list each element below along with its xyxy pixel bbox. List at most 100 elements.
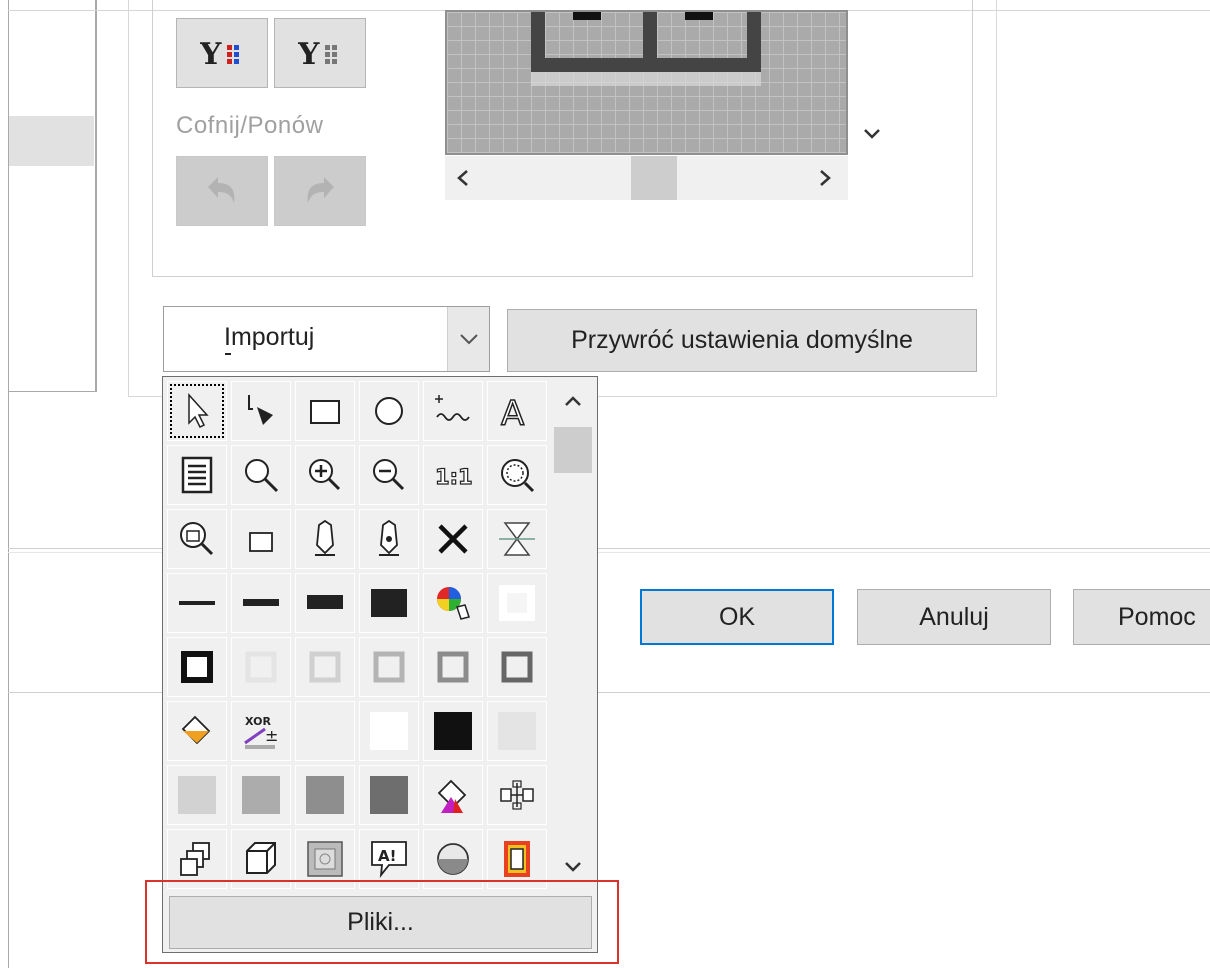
line-thin-icon xyxy=(175,581,219,625)
palette-tool-zoom-in[interactable] xyxy=(295,445,355,505)
tool-palette-dropdown[interactable]: A 1:1 XOR ± A! Pliki... xyxy=(162,376,598,953)
palette-tool-frame[interactable] xyxy=(487,829,547,889)
palette-tool-sphere[interactable] xyxy=(423,829,483,889)
left-list-selection[interactable] xyxy=(9,116,94,166)
chevron-down-icon xyxy=(459,334,478,345)
palette-tool-shape-tool[interactable] xyxy=(231,381,291,441)
palette-tool-outline-gray-light[interactable] xyxy=(295,637,355,697)
pattern-preview[interactable] xyxy=(445,10,848,155)
pen-outline-icon xyxy=(367,517,411,561)
preview-scroll-down-icon[interactable] xyxy=(862,126,882,142)
palette-tool-gray-70-fill[interactable] xyxy=(359,765,419,825)
palette-tool-hourglass[interactable] xyxy=(487,509,547,569)
palette-tool-line-medium[interactable] xyxy=(231,573,291,633)
rectangle-icon xyxy=(303,389,347,433)
close-icon xyxy=(431,517,475,561)
cancel-button[interactable]: Anuluj xyxy=(857,589,1051,645)
palette-tool-zoom[interactable] xyxy=(231,445,291,505)
fill-gradient-icon xyxy=(431,773,475,817)
line-thick-icon xyxy=(303,581,347,625)
filter-gray-button[interactable]: Y xyxy=(274,18,366,88)
palette-scroll-thumb[interactable] xyxy=(554,427,592,473)
palette-tool-cube[interactable] xyxy=(231,829,291,889)
palette-tool-empty-swatch[interactable] xyxy=(295,701,355,761)
copy-icon xyxy=(175,837,219,881)
palette-tool-white-fill[interactable] xyxy=(359,701,419,761)
filter-gray-icon: Y xyxy=(298,37,337,70)
line-heavy-icon xyxy=(367,581,411,625)
scroll-right-icon[interactable] xyxy=(817,168,833,188)
palette-tool-outline-gray[interactable] xyxy=(359,637,419,697)
palette-tool-white-swatch[interactable] xyxy=(487,573,547,633)
palette-tool-gray-30-fill[interactable] xyxy=(231,765,291,825)
palette-tool-line-thin[interactable] xyxy=(167,573,227,633)
small-rectangle-icon xyxy=(239,517,283,561)
palette-tool-line-heavy[interactable] xyxy=(359,573,419,633)
palette-tool-color-wheel[interactable] xyxy=(423,573,483,633)
redo-button[interactable] xyxy=(274,156,366,226)
palette-scrollbar[interactable] xyxy=(552,381,594,891)
palette-tool-gray-50-fill[interactable] xyxy=(295,765,355,825)
palette-tool-rectangle[interactable] xyxy=(295,381,355,441)
blend-icon xyxy=(495,773,539,817)
import-combo-button[interactable] xyxy=(447,307,489,371)
palette-tool-zoom-selection[interactable] xyxy=(167,509,227,569)
svg-text:±: ± xyxy=(265,726,278,745)
line-medium-icon xyxy=(239,581,283,625)
palette-tool-line-thick[interactable] xyxy=(295,573,355,633)
palette-tool-outline-black[interactable] xyxy=(167,637,227,697)
undo-button[interactable] xyxy=(176,156,268,226)
palette-tool-black-fill[interactable] xyxy=(423,701,483,761)
bevel-icon xyxy=(303,837,347,881)
hscroll-thumb[interactable] xyxy=(631,156,677,200)
ok-button[interactable]: OK xyxy=(640,589,834,645)
palette-tool-small-rectangle[interactable] xyxy=(231,509,291,569)
palette-tool-outline-gray-dark[interactable] xyxy=(423,637,483,697)
import-combo[interactable]: Importuj xyxy=(163,306,490,372)
svg-text:Y: Y xyxy=(200,37,222,70)
palette-tool-zoom-100[interactable]: 1:1 xyxy=(423,445,483,505)
palette-tool-zoom-fit[interactable] xyxy=(487,445,547,505)
scroll-left-icon[interactable] xyxy=(455,168,471,188)
filter-color-button[interactable]: Y xyxy=(176,18,268,88)
scroll-up-icon[interactable] xyxy=(563,393,583,409)
palette-tool-blend[interactable] xyxy=(487,765,547,825)
help-button[interactable]: Pomoc xyxy=(1073,589,1210,645)
formula-icon: XOR ± xyxy=(239,709,283,753)
palette-tool-select-arrow[interactable] xyxy=(167,381,227,441)
left-panel-border xyxy=(95,0,97,392)
palette-tool-close[interactable] xyxy=(423,509,483,569)
palette-tool-fill-bucket[interactable] xyxy=(167,701,227,761)
pattern-drawing xyxy=(531,12,761,86)
gray-10-fill-icon xyxy=(175,773,219,817)
palette-tool-gray-10-fill[interactable] xyxy=(167,765,227,825)
files-button[interactable]: Pliki... xyxy=(169,896,592,949)
palette-tool-pen[interactable] xyxy=(295,509,355,569)
freehand-icon xyxy=(431,389,475,433)
palette-tool-freehand[interactable] xyxy=(423,381,483,441)
text-document-icon xyxy=(175,453,219,497)
palette-tool-callout[interactable]: A! xyxy=(359,829,419,889)
palette-tool-formula[interactable]: XOR ± xyxy=(231,701,291,761)
palette-tool-zoom-out[interactable] xyxy=(359,445,419,505)
sphere-icon xyxy=(431,837,475,881)
palette-tool-ellipse[interactable] xyxy=(359,381,419,441)
palette-tool-outline-light[interactable] xyxy=(231,637,291,697)
palette-tool-outline-dark[interactable] xyxy=(487,637,547,697)
palette-tool-copy[interactable] xyxy=(167,829,227,889)
palette-tool-fill-gradient[interactable] xyxy=(423,765,483,825)
preview-hscrollbar[interactable] xyxy=(445,156,848,200)
zoom-icon xyxy=(239,453,283,497)
left-panel-bottom xyxy=(8,391,97,392)
palette-tool-bevel[interactable] xyxy=(295,829,355,889)
text-icon: A xyxy=(495,389,539,433)
frame-icon xyxy=(495,837,539,881)
palette-tool-pen-outline[interactable] xyxy=(359,509,419,569)
svg-text:A!: A! xyxy=(378,847,396,865)
palette-tool-light-gray-fill[interactable] xyxy=(487,701,547,761)
reset-defaults-button[interactable]: Przywróć ustawienia domyślne xyxy=(507,309,977,372)
palette-tool-text-document[interactable] xyxy=(167,445,227,505)
palette-tool-text[interactable]: A xyxy=(487,381,547,441)
scroll-down-icon[interactable] xyxy=(563,859,583,875)
white-fill-icon xyxy=(367,709,411,753)
